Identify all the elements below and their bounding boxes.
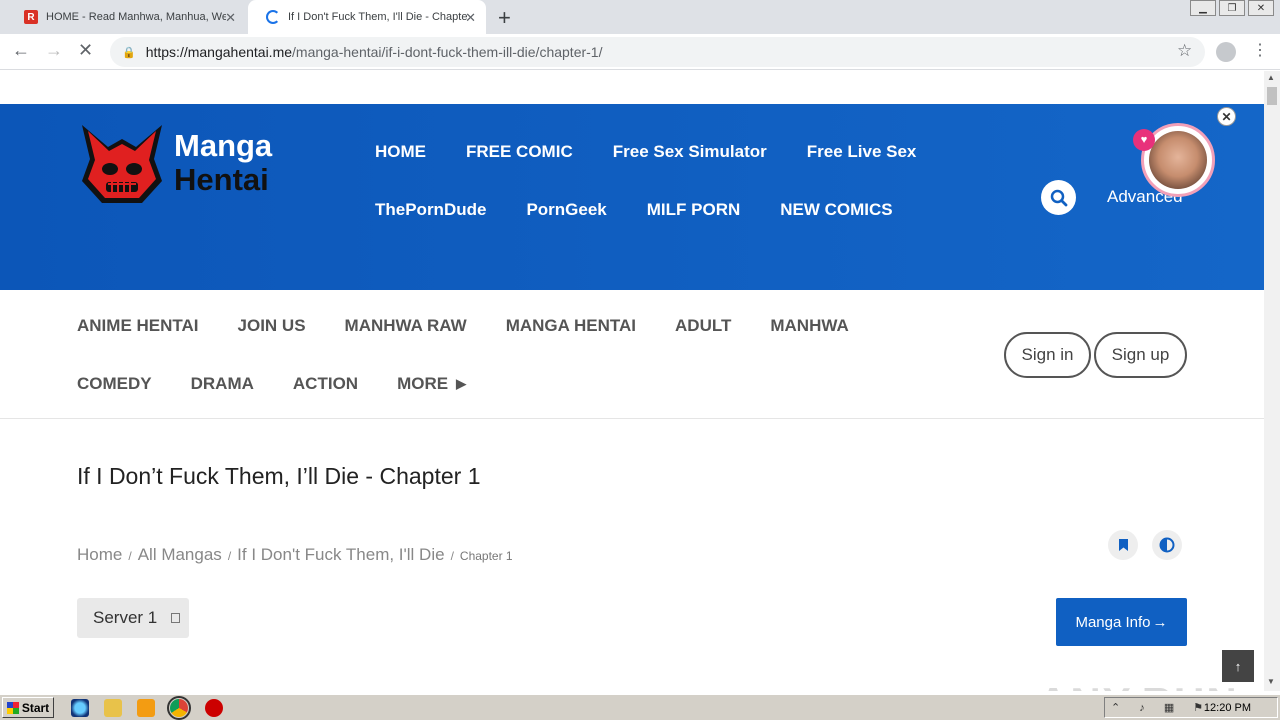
window-controls: ▁ ❐ ✕ bbox=[1187, 0, 1274, 16]
logo-line-2: Hentai bbox=[174, 162, 269, 197]
search-icon bbox=[1050, 189, 1067, 206]
tab-title: If I Don't Fuck Them, I'll Die - Chapter… bbox=[288, 11, 468, 23]
contrast-icon bbox=[1159, 537, 1175, 553]
server-select-value: Server 1 bbox=[93, 608, 158, 627]
manga-info-label: Manga Info bbox=[1075, 613, 1151, 631]
nav-theporndude[interactable]: ThePornDude bbox=[375, 200, 486, 220]
tab-close-icon[interactable]: ✕ bbox=[465, 10, 476, 26]
close-window-button[interactable]: ✕ bbox=[1248, 0, 1274, 16]
sign-in-button[interactable]: Sign in bbox=[1004, 332, 1091, 378]
heart-icon: ♥ bbox=[1133, 129, 1155, 151]
forward-arrow-icon[interactable]: → bbox=[45, 40, 63, 61]
nav-join-us[interactable]: JOIN US bbox=[238, 316, 306, 336]
minimize-button[interactable]: ▁ bbox=[1190, 0, 1216, 16]
start-button[interactable]: Start bbox=[2, 697, 54, 718]
nav-manhwa[interactable]: MANHWA bbox=[770, 316, 848, 336]
internet-explorer-icon[interactable] bbox=[71, 699, 89, 717]
nav-drama[interactable]: DRAMA bbox=[191, 374, 254, 394]
dark-mode-toggle[interactable] bbox=[1152, 530, 1182, 560]
bookmark-star-icon[interactable]: ☆ bbox=[1177, 41, 1192, 61]
nav-free-sex-simulator[interactable]: Free Sex Simulator bbox=[613, 142, 767, 162]
nav-new-comics[interactable]: NEW COMICS bbox=[780, 200, 892, 220]
nav-home[interactable]: HOME bbox=[375, 142, 426, 162]
tab-chapter[interactable]: If I Don't Fuck Them, I'll Die - Chapter… bbox=[248, 0, 486, 34]
avatar-photo bbox=[1149, 131, 1207, 189]
os-taskbar: Start ⌃ ♪ ▦ ⚑ 12:20 PM bbox=[0, 694, 1280, 720]
nav-free-comic[interactable]: FREE COMIC bbox=[466, 142, 573, 162]
header-divider bbox=[0, 418, 1264, 419]
browser-tabstrip: R HOME - Read Manhwa, Manhua, Webtoon ✕ … bbox=[0, 0, 1280, 34]
page-title: If I Don’t Fuck Them, I’ll Die - Chapter… bbox=[77, 463, 481, 489]
dropdown-box-icon bbox=[171, 613, 181, 623]
search-button[interactable] bbox=[1041, 180, 1076, 215]
main-navigation: HOME FREE COMIC Free Sex Simulator Free … bbox=[375, 123, 956, 239]
site-logo[interactable]: Manga Hentai bbox=[78, 119, 272, 207]
watermark-logo: ANY.RUN bbox=[1038, 679, 1239, 691]
breadcrumb-separator: / bbox=[227, 549, 232, 563]
maximize-button[interactable]: ❐ bbox=[1219, 0, 1245, 16]
nav-action[interactable]: ACTION bbox=[293, 374, 358, 394]
system-tray: ⌃ ♪ ▦ ⚑ 12:20 PM bbox=[1104, 697, 1278, 718]
url-host: https://mangahentai.me bbox=[145, 44, 293, 60]
scroll-to-top-button[interactable]: ↑ bbox=[1222, 650, 1254, 682]
menu-kebab-icon[interactable]: ⋮ bbox=[1252, 40, 1268, 60]
nav-anime-hentai[interactable]: ANIME HENTAI bbox=[77, 316, 199, 336]
breadcrumb-current: Chapter 1 bbox=[459, 549, 513, 563]
bookmark-button[interactable] bbox=[1108, 530, 1138, 560]
nav-more[interactable]: MORE ▶ bbox=[397, 374, 466, 394]
folder-icon[interactable] bbox=[104, 699, 122, 717]
scrollbar-thumb[interactable] bbox=[1267, 87, 1277, 105]
tray-icons[interactable]: ⌃ ♪ ▦ ⚑ bbox=[1111, 701, 1211, 714]
back-arrow-icon[interactable]: ← bbox=[12, 40, 30, 61]
caret-right-icon: ▶ bbox=[456, 376, 467, 391]
web-page: Manga Hentai HOME FREE COMIC Free Sex Si… bbox=[0, 71, 1264, 691]
tab-close-icon[interactable]: ✕ bbox=[225, 10, 236, 26]
sign-up-button[interactable]: Sign up bbox=[1094, 332, 1187, 378]
logo-line-1: Manga bbox=[174, 128, 273, 163]
nav-adult[interactable]: ADULT bbox=[675, 316, 731, 336]
breadcrumb-all-mangas[interactable]: All Mangas bbox=[138, 545, 222, 565]
nav-porngeek[interactable]: PornGeek bbox=[526, 200, 606, 220]
bookmark-icon bbox=[1118, 539, 1128, 551]
breadcrumb: Home / All Mangas / If I Don't Fuck Them… bbox=[77, 545, 513, 565]
url-path: /manga-hentai/if-i-dont-fuck-them-ill-di… bbox=[292, 44, 603, 60]
tab-home[interactable]: R HOME - Read Manhwa, Manhua, Webtoon ✕ bbox=[6, 0, 246, 34]
media-player-icon[interactable] bbox=[137, 699, 155, 717]
windows-logo-icon bbox=[6, 701, 19, 714]
nav-manga-hentai[interactable]: MANGA HENTAI bbox=[506, 316, 636, 336]
nav-milf-porn[interactable]: MILF PORN bbox=[647, 200, 741, 220]
nav-comedy[interactable]: COMEDY bbox=[77, 374, 152, 394]
stop-loading-icon[interactable]: ✕ bbox=[78, 40, 93, 61]
tab-title: HOME - Read Manhwa, Manhua, Webtoon bbox=[46, 11, 226, 23]
scroll-down-arrow-icon[interactable]: ▼ bbox=[1267, 677, 1275, 686]
genre-navigation: ANIME HENTAI JOIN US MANHWA RAW MANGA HE… bbox=[77, 297, 888, 413]
browser-toolbar: ← → ✕ 🔒 https://mangahentai.me/manga-hen… bbox=[0, 34, 1280, 70]
site-favicon-icon: R bbox=[24, 10, 38, 24]
breadcrumb-manga[interactable]: If I Don't Fuck Them, I'll Die bbox=[237, 545, 444, 565]
server-select[interactable]: Server 1 bbox=[77, 598, 189, 638]
breadcrumb-separator: / bbox=[128, 549, 132, 563]
address-bar[interactable]: 🔒 https://mangahentai.me/manga-hentai/if… bbox=[110, 37, 1205, 67]
nav-more-label: MORE bbox=[397, 374, 449, 393]
profile-avatar-icon[interactable] bbox=[1216, 42, 1236, 62]
breadcrumb-separator: / bbox=[450, 549, 454, 563]
logo-wordmark: Manga Hentai bbox=[174, 129, 272, 197]
page-scrollbar[interactable]: ▲ ▼ bbox=[1264, 71, 1280, 691]
arrow-right-icon: → bbox=[1152, 613, 1168, 631]
stop-sign-icon[interactable] bbox=[205, 699, 223, 717]
loading-spinner-icon bbox=[266, 10, 280, 24]
breadcrumb-home[interactable]: Home bbox=[77, 545, 122, 565]
arrow-up-icon: ↑ bbox=[1234, 658, 1242, 674]
samurai-mask-icon bbox=[78, 119, 166, 207]
nav-manhwa-raw[interactable]: MANHWA RAW bbox=[345, 316, 467, 336]
manga-info-button[interactable]: Manga Info → bbox=[1056, 598, 1187, 646]
popup-close-icon[interactable]: ✕ bbox=[1217, 107, 1236, 126]
new-tab-button[interactable]: + bbox=[498, 5, 511, 31]
start-label: Start bbox=[21, 700, 50, 715]
scroll-up-arrow-icon[interactable]: ▲ bbox=[1267, 73, 1275, 82]
nav-free-live-sex[interactable]: Free Live Sex bbox=[807, 142, 917, 162]
lock-icon: 🔒 bbox=[122, 46, 136, 59]
chrome-icon[interactable] bbox=[167, 696, 191, 720]
